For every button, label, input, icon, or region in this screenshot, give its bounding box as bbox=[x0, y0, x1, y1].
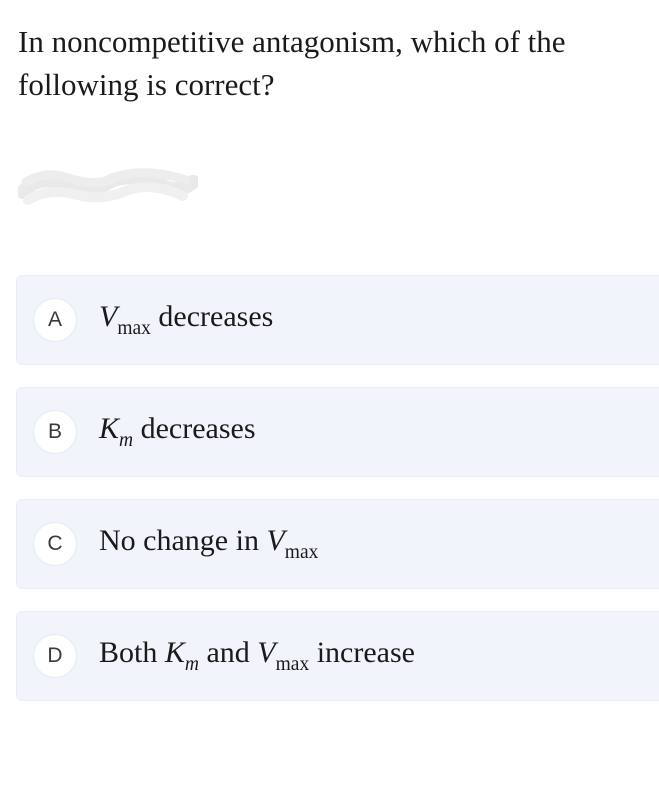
option-c[interactable]: C No change in Vmax bbox=[16, 499, 659, 589]
option-label-a: Vmax decreases bbox=[99, 300, 273, 339]
erased-mark bbox=[18, 162, 198, 217]
option-letter-b: B bbox=[33, 410, 77, 454]
options-list: A Vmax decreases B Km decreases C No cha… bbox=[0, 275, 659, 701]
option-d[interactable]: D Both Km and Vmax increase bbox=[16, 611, 659, 701]
option-letter-d: D bbox=[33, 634, 77, 678]
option-b[interactable]: B Km decreases bbox=[16, 387, 659, 477]
question-text: In noncompetitive antagonism, which of t… bbox=[0, 0, 659, 117]
option-a[interactable]: A Vmax decreases bbox=[16, 275, 659, 365]
option-letter-c: C bbox=[33, 522, 77, 566]
option-label-b: Km decreases bbox=[99, 412, 256, 451]
option-letter-a: A bbox=[33, 298, 77, 342]
option-label-d: Both Km and Vmax increase bbox=[99, 636, 415, 675]
option-label-c: No change in Vmax bbox=[99, 524, 318, 563]
